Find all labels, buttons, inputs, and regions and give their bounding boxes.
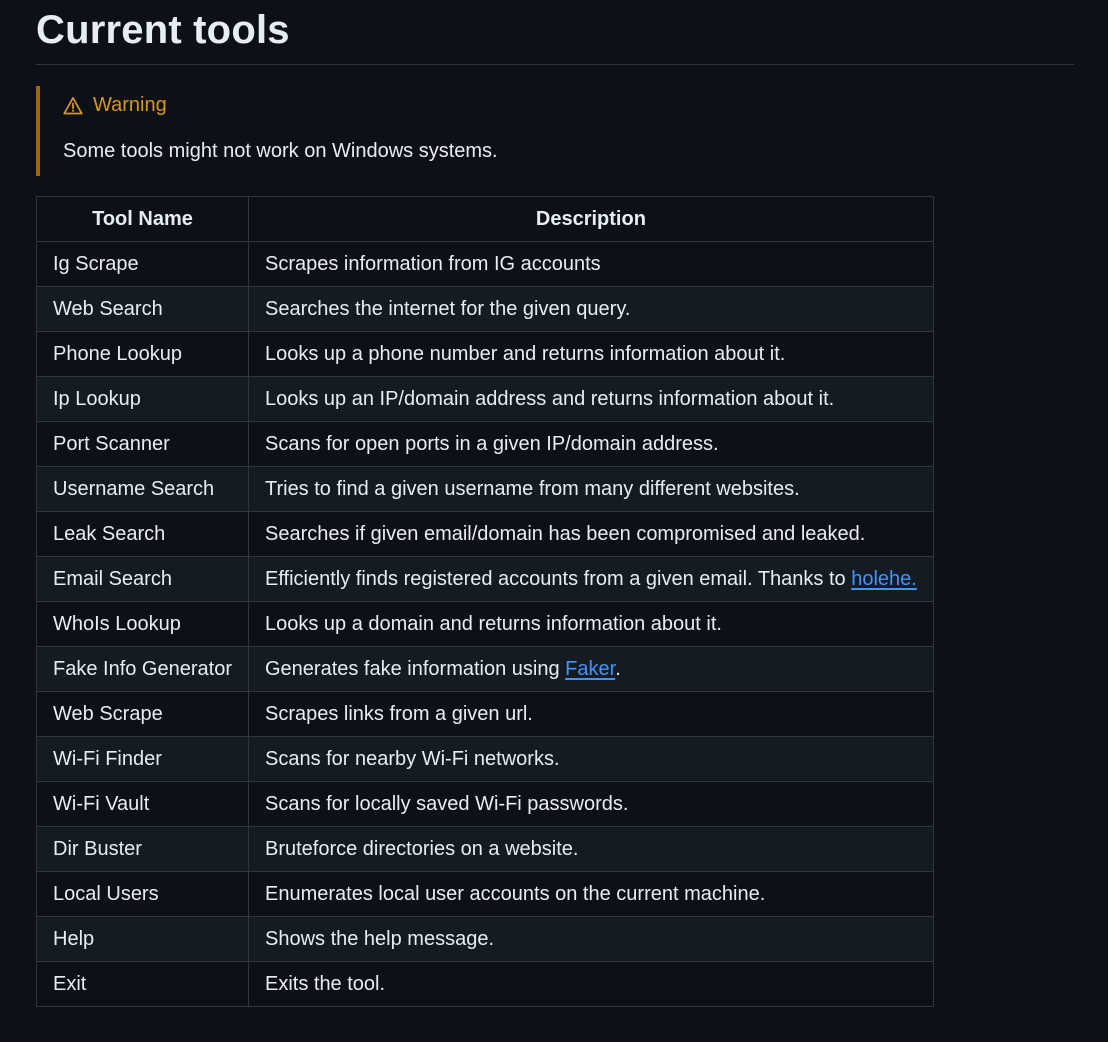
tool-name-cell: Wi-Fi Finder — [36, 736, 249, 782]
tool-name-cell: Username Search — [36, 466, 249, 512]
tool-description-cell: Searches the internet for the given quer… — [247, 286, 934, 332]
description-text: Scrapes information from IG accounts — [264, 252, 601, 275]
description-text: Looks up a phone number and returns info… — [264, 342, 786, 365]
alert-triangle-icon — [63, 96, 83, 114]
description-text: Looks up a domain and returns informatio… — [264, 612, 722, 635]
table-row: Leak Search Searches if given email/domai… — [36, 511, 934, 557]
page-title: Current tools — [36, 8, 290, 52]
tool-description-cell: Generates fake information using Faker. — [247, 646, 934, 692]
tool-name-cell: Ip Lookup — [36, 376, 249, 422]
tool-name-cell: Fake Info Generator — [36, 646, 249, 692]
table-row: Phone Lookup Looks up a phone number and … — [36, 331, 934, 377]
heading-divider — [36, 64, 1074, 65]
warning-label: Warning — [93, 94, 167, 116]
tool-name-cell: Local Users — [36, 871, 249, 917]
description-text: Shows the help message. — [264, 927, 495, 950]
description-text: Scrapes links from a given url. — [264, 702, 533, 725]
table-row: Local Users Enumerates local user account… — [36, 871, 934, 917]
tool-name-cell: Help — [36, 916, 249, 962]
description-link[interactable]: Faker — [565, 658, 615, 680]
description-text: Bruteforce directories on a website. — [264, 837, 579, 860]
description-text: Searches if given email/domain has been … — [264, 522, 866, 545]
table-row: Dir Buster Bruteforce directories on a we… — [36, 826, 934, 872]
table-row: Username Search Tries to find a given use… — [36, 466, 934, 512]
table-row: Ig Scrape Scrapes information from IG acc… — [36, 241, 934, 287]
tool-description-cell: Looks up a domain and returns informatio… — [247, 601, 934, 647]
table-row: Fake Info Generator Generates fake inform… — [36, 646, 934, 692]
tool-name-cell: Dir Buster — [36, 826, 249, 872]
tool-description-cell: Scrapes links from a given url. — [247, 691, 934, 737]
description-text: Exits the tool. — [264, 972, 386, 995]
readme-section: Current tools Warning Some tools might n… — [0, 0, 1108, 1042]
tool-description-cell: Bruteforce directories on a website. — [247, 826, 934, 872]
tools-table: Tool Name Description Ig Scrape Scrapes i… — [36, 196, 934, 1007]
tool-description-cell: Exits the tool. — [247, 961, 934, 1007]
tool-description-cell: Tries to find a given username from many… — [247, 466, 934, 512]
table-row: Help Shows the help message. — [36, 916, 934, 962]
warning-title: Warning — [63, 94, 167, 117]
column-header-description: Description — [247, 196, 934, 242]
tool-description-cell: Scrapes information from IG accounts — [247, 241, 934, 287]
table-row: Ip Lookup Looks up an IP/domain address a… — [36, 376, 934, 422]
tool-description-cell: Looks up a phone number and returns info… — [247, 331, 934, 377]
table-row: Wi-Fi Finder Scans for nearby Wi-Fi netwo… — [36, 736, 934, 782]
table-row: WhoIs Lookup Looks up a domain and return… — [36, 601, 934, 647]
tool-description-cell: Scans for open ports in a given IP/domai… — [247, 421, 934, 467]
warning-callout: Warning Some tools might not work on Win… — [36, 86, 836, 176]
tool-description-cell: Looks up an IP/domain address and return… — [247, 376, 934, 422]
tools-table-body: Ig Scrape Scrapes information from IG acc… — [36, 241, 934, 1007]
warning-message: Some tools might not work on Windows sys… — [63, 140, 498, 162]
table-row: Web Search Searches the internet for the … — [36, 286, 934, 332]
table-row: Web Scrape Scrapes links from a given url… — [36, 691, 934, 737]
description-text: Enumerates local user accounts on the cu… — [264, 882, 766, 905]
tool-description-cell: Enumerates local user accounts on the cu… — [247, 871, 934, 917]
table-row: Wi-Fi Vault Scans for locally saved Wi-Fi… — [36, 781, 934, 827]
tool-name-cell: Web Scrape — [36, 691, 249, 737]
description-text: Searches the internet for the given quer… — [264, 297, 631, 320]
description-text: Tries to find a given username from many… — [264, 477, 800, 500]
description-text: Generates fake information using — [264, 657, 566, 680]
table-row: Exit Exits the tool. — [36, 961, 934, 1007]
description-text: Scans for nearby Wi-Fi networks. — [264, 747, 560, 770]
tool-description-cell: Scans for nearby Wi-Fi networks. — [247, 736, 934, 782]
description-text: Scans for locally saved Wi-Fi passwords. — [264, 792, 629, 815]
table-header-row: Tool Name Description — [36, 196, 934, 242]
tool-name-cell: Phone Lookup — [36, 331, 249, 377]
description-text: Efficiently finds registered accounts fr… — [264, 567, 852, 590]
tool-description-cell: Searches if given email/domain has been … — [247, 511, 934, 557]
tool-description-cell: Efficiently finds registered accounts fr… — [247, 556, 934, 602]
tool-description-cell: Scans for locally saved Wi-Fi passwords. — [247, 781, 934, 827]
tool-name-cell: Port Scanner — [36, 421, 249, 467]
tool-name-cell: Exit — [36, 961, 249, 1007]
tool-description-cell: Shows the help message. — [247, 916, 934, 962]
description-suffix: . — [615, 657, 621, 680]
table-row: Email Search Efficiently finds registered… — [36, 556, 934, 602]
tool-name-cell: Web Search — [36, 286, 249, 332]
description-text: Scans for open ports in a given IP/domai… — [264, 432, 719, 455]
tool-name-cell: WhoIs Lookup — [36, 601, 249, 647]
column-header-tool-name: Tool Name — [36, 196, 249, 242]
tool-name-cell: Ig Scrape — [36, 241, 249, 287]
table-row: Port Scanner Scans for open ports in a gi… — [36, 421, 934, 467]
tool-name-cell: Leak Search — [36, 511, 249, 557]
tool-name-cell: Wi-Fi Vault — [36, 781, 249, 827]
tool-name-cell: Email Search — [36, 556, 249, 602]
description-text: Looks up an IP/domain address and return… — [264, 387, 835, 410]
description-link[interactable]: holehe. — [851, 568, 917, 590]
